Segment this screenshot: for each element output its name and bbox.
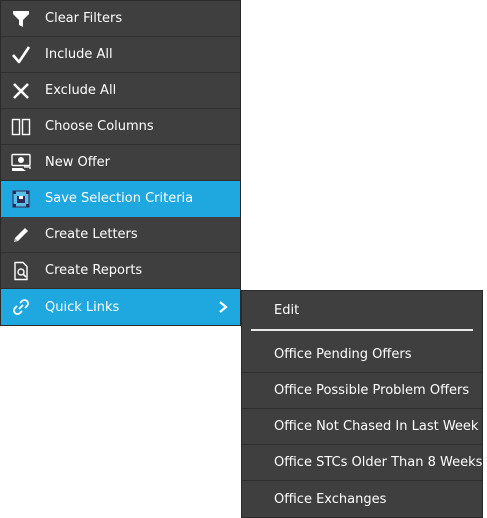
clear-filters-label: Clear Filters: [45, 11, 123, 26]
choose-columns-label: Choose Columns: [45, 119, 154, 134]
columns-icon: [3, 109, 39, 145]
submenu-item-office-possible-problem-offers[interactable]: Office Possible Problem Offers: [242, 373, 482, 409]
save-selection-criteria-menu-item[interactable]: Save Selection Criteria: [1, 181, 240, 217]
submenu-item-office-not-chased[interactable]: Office Not Chased In Last Week: [242, 409, 482, 445]
include-all-label: Include All: [45, 47, 113, 62]
save-selection-criteria-label: Save Selection Criteria: [45, 191, 194, 206]
create-letters-menu-item[interactable]: Create Letters: [1, 217, 240, 253]
submenu-item-office-exchanges[interactable]: Office Exchanges: [242, 481, 482, 517]
clear-filters-menu-item[interactable]: Clear Filters: [1, 1, 240, 37]
submenu-item-office-pending-offers[interactable]: Office Pending Offers: [242, 337, 482, 373]
new-offer-label: New Offer: [45, 155, 111, 170]
save-selection-icon: [3, 181, 39, 217]
exclude-all-menu-item[interactable]: Exclude All: [1, 73, 240, 109]
report-search-icon: [3, 253, 39, 289]
create-letters-label: Create Letters: [45, 227, 138, 242]
quick-links-submenu: Edit Office Pending Offers Office Possib…: [241, 290, 483, 518]
include-all-menu-item[interactable]: Include All: [1, 37, 240, 73]
chevron-right-icon: [216, 300, 230, 314]
create-reports-label: Create Reports: [45, 263, 143, 278]
x-icon: [3, 73, 39, 109]
quick-links-menu-item[interactable]: Quick Links: [1, 289, 240, 325]
context-menu: Clear Filters Include All Exclude All Ch…: [0, 0, 241, 326]
new-offer-icon: [3, 145, 39, 181]
new-offer-menu-item[interactable]: New Offer: [1, 145, 240, 181]
choose-columns-menu-item[interactable]: Choose Columns: [1, 109, 240, 145]
link-icon: [3, 289, 39, 325]
pencil-icon: [3, 217, 39, 253]
checkmark-icon: [3, 37, 39, 73]
edit-menu-item[interactable]: Edit: [242, 291, 482, 329]
submenu-divider: [251, 329, 473, 331]
submenu-item-office-stcs-older[interactable]: Office STCs Older Than 8 Weeks: [242, 445, 482, 481]
quick-links-label: Quick Links: [45, 299, 120, 315]
filter-icon: [3, 1, 39, 37]
exclude-all-label: Exclude All: [45, 83, 117, 98]
create-reports-menu-item[interactable]: Create Reports: [1, 253, 240, 289]
